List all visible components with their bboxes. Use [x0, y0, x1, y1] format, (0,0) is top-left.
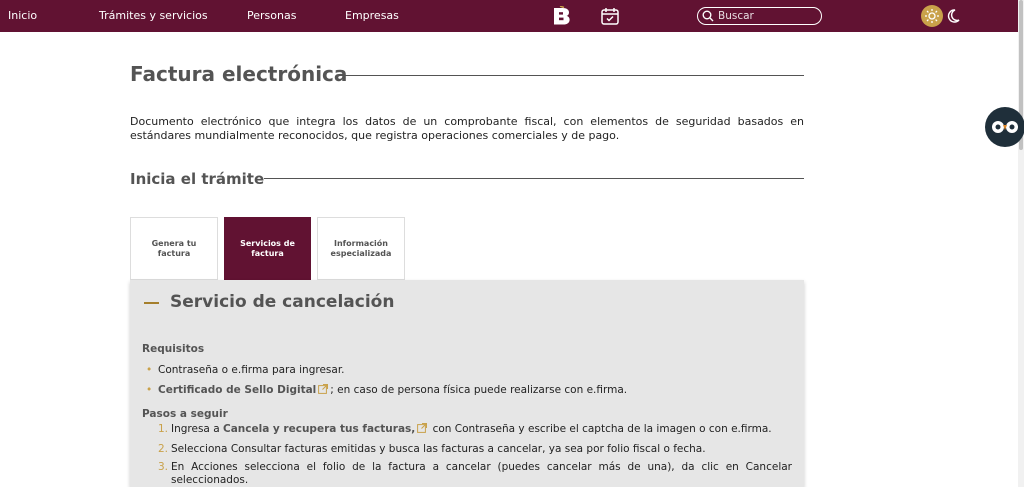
- search-icon: [702, 10, 714, 22]
- pasos-heading: Pasos a seguir: [142, 408, 228, 420]
- moon-icon[interactable]: [943, 6, 963, 26]
- nav-link-empresas[interactable]: Empresas: [345, 9, 399, 22]
- tab-servicios-factura[interactable]: Servicios de factura: [224, 217, 311, 280]
- panel-title[interactable]: Servicio de cancelación: [170, 292, 394, 312]
- theme-toggle[interactable]: [921, 5, 963, 27]
- step-item: 2. Selecciona Consultar facturas emitida…: [158, 443, 791, 456]
- collapse-icon[interactable]: [144, 302, 159, 304]
- step-prefix: Ingresa a: [171, 423, 223, 435]
- brand-logo-icon[interactable]: [551, 5, 573, 26]
- external-link-icon[interactable]: [318, 384, 329, 394]
- accessibility-owl-icon[interactable]: [985, 107, 1024, 147]
- step-item: 3. En Acciones selecciona el folio de la…: [158, 461, 792, 487]
- title-divider: [342, 75, 804, 76]
- nav-link-personas[interactable]: Personas: [247, 9, 296, 22]
- nav-link-inicio[interactable]: Inicio: [8, 9, 37, 22]
- requisito-item: Contraseña o e.firma para ingresar.: [146, 364, 345, 376]
- external-link-icon[interactable]: [417, 423, 428, 433]
- step-item: 1. Ingresa a Cancela y recupera tus fact…: [158, 423, 791, 436]
- step-number: 2.: [158, 443, 169, 455]
- step-text: Selecciona Consultar facturas emitidas y…: [171, 443, 706, 455]
- section-title: Inicia el trámite: [130, 170, 265, 188]
- requisito-text: ; en caso de persona física puede realiz…: [330, 384, 628, 396]
- tab-informacion-especializada[interactable]: Información especializada: [317, 217, 405, 280]
- scrollbar[interactable]: [1018, 0, 1024, 487]
- tab-genera-factura[interactable]: Genera tu factura: [130, 217, 218, 280]
- cancelation-panel: Servicio de cancelación Requisitos Contr…: [130, 280, 804, 487]
- step-text: En Acciones selecciona el folio de la fa…: [171, 461, 792, 486]
- requisitos-heading: Requisitos: [142, 343, 205, 355]
- certificado-link[interactable]: Certificado de Sello Digital: [158, 384, 316, 396]
- page-title: Factura electrónica: [130, 62, 348, 86]
- page-description: Documento electrónico que integra los da…: [130, 115, 804, 142]
- search-box[interactable]: [697, 7, 822, 25]
- sun-icon[interactable]: [921, 5, 943, 27]
- top-navbar: Inicio Trámites y servicios Personas Emp…: [0, 0, 1018, 32]
- step-number: 1.: [158, 423, 169, 435]
- nav-link-tramites[interactable]: Trámites y servicios: [99, 9, 208, 22]
- calendar-icon[interactable]: [600, 6, 620, 26]
- step-number: 3.: [158, 461, 169, 473]
- step-text: con Contraseña y escribe el captcha de l…: [429, 423, 772, 435]
- requisito-item: Certificado de Sello Digital ; en caso de…: [146, 384, 628, 396]
- cancela-recupera-link[interactable]: Cancela y recupera tus facturas,: [223, 423, 415, 435]
- section-divider: [264, 178, 804, 179]
- requisito-text: Contraseña o e.firma para ingresar.: [158, 364, 345, 376]
- search-input[interactable]: [718, 10, 814, 22]
